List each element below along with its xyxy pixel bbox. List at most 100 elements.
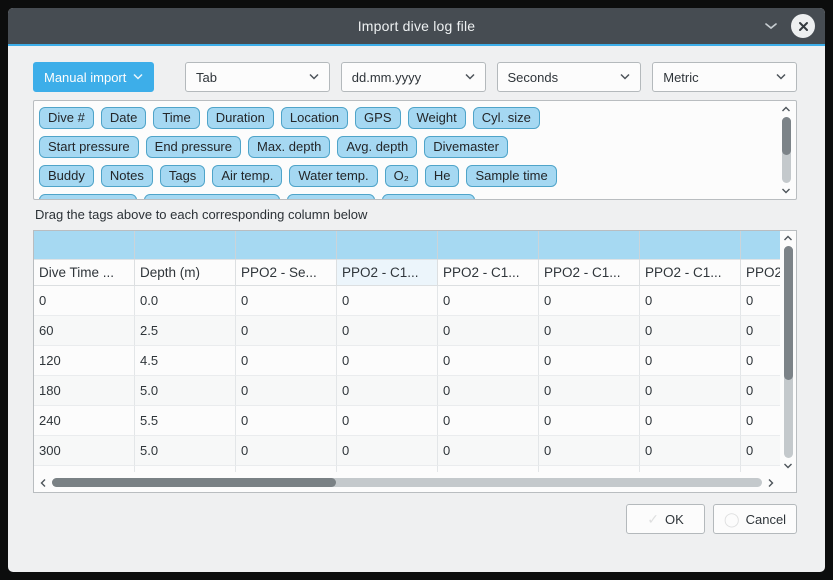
scrollbar-thumb[interactable]	[782, 117, 791, 155]
dialog-button-row: ✓ OK ◯ Cancel	[33, 504, 797, 534]
column-header[interactable]: PPO2 - C1...	[741, 260, 780, 286]
column-drop-zone[interactable]	[640, 231, 741, 260]
table-cell: 0	[741, 346, 780, 376]
table-row: 1805.0000000	[34, 376, 780, 406]
check-icon: ✓	[647, 511, 659, 528]
scroll-right-icon[interactable]	[767, 478, 774, 488]
draggable-tag[interactable]: Weight	[408, 107, 466, 129]
table-cell	[236, 466, 337, 472]
column-drop-zone[interactable]	[741, 231, 780, 260]
draggable-tag[interactable]: Air temp.	[212, 165, 282, 187]
table-row: 00.0000000	[34, 286, 780, 316]
draggable-tag[interactable]: Water temp.	[289, 165, 377, 187]
table-cell	[741, 466, 780, 472]
scroll-up-icon[interactable]	[783, 232, 793, 245]
scroll-up-icon[interactable]	[781, 103, 791, 116]
draggable-tag[interactable]: Max. depth	[248, 136, 330, 158]
table-cell: 0.0	[135, 286, 236, 316]
chevron-down-icon	[619, 73, 631, 81]
scrollbar-track[interactable]	[784, 246, 793, 458]
column-header[interactable]: Dive Time ...	[34, 260, 135, 286]
column-drop-zone[interactable]	[34, 231, 135, 260]
draggable-tag[interactable]: Divemaster	[424, 136, 508, 158]
dropdown-value: dd.mm.yyyy	[352, 70, 421, 85]
column-header[interactable]: PPO2 - C1...	[539, 260, 640, 286]
dropdown-import-mode[interactable]: Manual import	[33, 62, 154, 92]
draggable-tag[interactable]: Sample temperature	[144, 194, 280, 200]
table-cell: 0	[539, 346, 640, 376]
draggable-tag[interactable]: Tags	[160, 165, 205, 187]
draggable-tag[interactable]: O₂	[385, 165, 418, 187]
table-grid: Dive Time ...Depth (m)PPO2 - Se...PPO2 -…	[34, 231, 780, 472]
draggable-tag[interactable]: Sample depth	[39, 194, 137, 200]
draggable-tag[interactable]: Time	[153, 107, 199, 129]
table-cell	[34, 466, 135, 472]
column-header[interactable]: PPO2 - Se...	[236, 260, 337, 286]
table-cell	[539, 466, 640, 472]
table-cell: 5.0	[135, 376, 236, 406]
column-header[interactable]: PPO2 - C1...	[337, 260, 438, 286]
scrollbar-thumb[interactable]	[784, 246, 793, 380]
draggable-tag[interactable]: End pressure	[146, 136, 241, 158]
chevron-down-icon[interactable]	[763, 21, 779, 31]
table-row: 602.5000000	[34, 316, 780, 346]
draggable-tag[interactable]: Duration	[207, 107, 274, 129]
table-vertical-scrollbar[interactable]	[780, 232, 796, 472]
dropdown-date-format[interactable]: dd.mm.yyyy	[341, 62, 486, 92]
column-drop-zone[interactable]	[438, 231, 539, 260]
dropdown-value: Tab	[196, 70, 217, 85]
scroll-down-icon[interactable]	[781, 184, 791, 197]
scrollbar-track[interactable]	[782, 117, 791, 183]
column-drop-zone[interactable]	[337, 231, 438, 260]
table-row: Dive Time ...Depth (m)PPO2 - Se...PPO2 -…	[34, 260, 780, 286]
column-drop-zone[interactable]	[539, 231, 640, 260]
tag-palette-vertical-scrollbar[interactable]	[778, 103, 794, 197]
draggable-tag[interactable]: Dive #	[39, 107, 94, 129]
dropdown-duration-format[interactable]: Seconds	[497, 62, 642, 92]
draggable-tag[interactable]: Location	[281, 107, 348, 129]
draggable-tag[interactable]: Avg. depth	[337, 136, 417, 158]
table-cell: 0	[539, 316, 640, 346]
scrollbar-thumb[interactable]	[52, 478, 336, 487]
drag-instruction-label: Drag the tags above to each correspondin…	[35, 207, 797, 222]
table-cell: 0	[236, 406, 337, 436]
draggable-tag[interactable]: Notes	[101, 165, 153, 187]
draggable-tag[interactable]: Sample time	[466, 165, 556, 187]
table-horizontal-scrollbar[interactable]	[35, 473, 779, 492]
scroll-down-icon[interactable]	[783, 459, 793, 472]
draggable-tag[interactable]: He	[425, 165, 460, 187]
table-cell: 0	[741, 406, 780, 436]
table-cell: 300	[34, 436, 135, 466]
ok-button[interactable]: ✓ OK	[626, 504, 705, 534]
close-icon[interactable]	[791, 14, 815, 38]
dropdown-units[interactable]: Metric	[652, 62, 797, 92]
table-cell: 0	[337, 436, 438, 466]
column-header[interactable]: PPO2 - C1...	[640, 260, 741, 286]
table-cell: 0	[337, 376, 438, 406]
import-settings-row: Manual import Tab dd.mm.yyyy Seconds Metric	[33, 62, 797, 92]
table-cell: 5.5	[135, 406, 236, 436]
column-drop-zone[interactable]	[135, 231, 236, 260]
table-cell	[337, 466, 438, 472]
scroll-left-icon[interactable]	[40, 478, 47, 488]
table-row: 2405.5000000	[34, 406, 780, 436]
table-cell: 0	[741, 436, 780, 466]
cancel-button[interactable]: ◯ Cancel	[713, 504, 797, 534]
draggable-tag[interactable]: Sample pO₂	[287, 194, 375, 200]
draggable-tag[interactable]: Date	[101, 107, 146, 129]
draggable-tag[interactable]: Buddy	[39, 165, 94, 187]
dropdown-field-separator[interactable]: Tab	[185, 62, 330, 92]
column-header[interactable]: PPO2 - C1...	[438, 260, 539, 286]
draggable-tag[interactable]: Start pressure	[39, 136, 139, 158]
chevron-down-icon	[464, 73, 476, 81]
draggable-tag[interactable]: GPS	[355, 107, 400, 129]
scrollbar-track[interactable]	[52, 478, 762, 487]
table-cell: 120	[34, 346, 135, 376]
table-row: 1204.5000000	[34, 346, 780, 376]
column-drop-zone[interactable]	[236, 231, 337, 260]
draggable-tag[interactable]: Cyl. size	[473, 107, 540, 129]
column-header[interactable]: Depth (m)	[135, 260, 236, 286]
draggable-tag[interactable]: Sample CNS	[382, 194, 475, 200]
titlebar[interactable]: Import dive log file	[8, 8, 825, 44]
table-cell: 0	[640, 346, 741, 376]
